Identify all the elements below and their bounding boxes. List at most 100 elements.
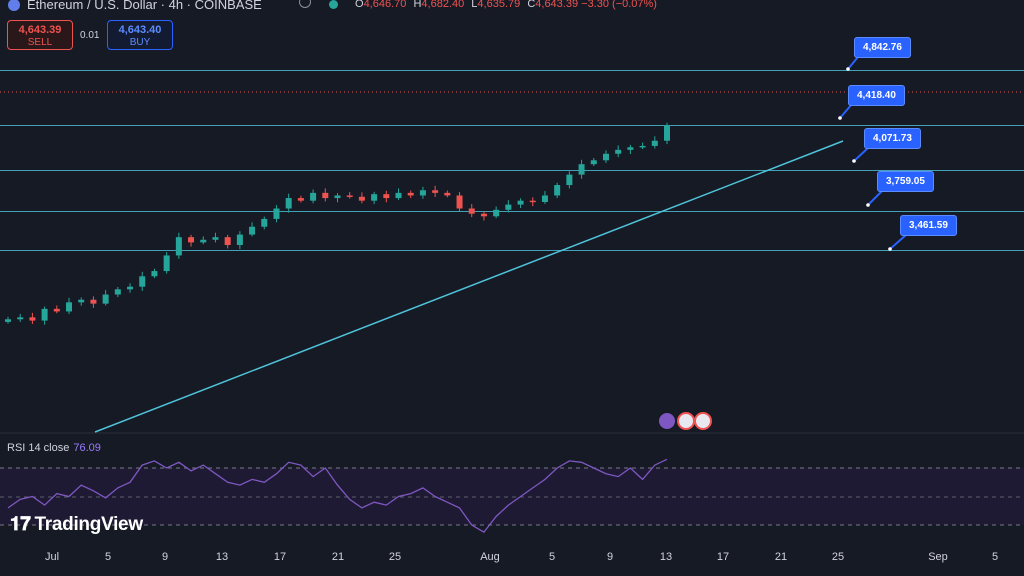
x-tick-label: 21	[774, 551, 788, 563]
tag-connector	[889, 234, 907, 250]
candle-body	[541, 195, 548, 202]
candle-body	[102, 294, 109, 304]
lightning-event-icon[interactable]	[659, 413, 675, 429]
tag-anchor	[866, 203, 870, 207]
candle-body	[639, 145, 646, 148]
rsi-value: 76.09	[73, 442, 101, 454]
logo-text: TradingView	[34, 514, 144, 535]
x-tick-label: 25	[831, 551, 845, 563]
candle-body	[383, 194, 390, 199]
price-tag-3461[interactable]: 3,461.59	[900, 215, 957, 236]
candle-body	[480, 213, 487, 217]
x-tick-label: 5	[548, 551, 556, 563]
candle-body	[346, 195, 353, 197]
candle-body	[297, 198, 304, 201]
candle-body	[114, 289, 121, 295]
candle-body	[419, 190, 426, 196]
tag-connector	[839, 103, 853, 119]
candle-body	[468, 208, 475, 214]
x-tick-label: 13	[215, 551, 229, 563]
x-tick-label: 25	[388, 551, 402, 563]
candle-body	[358, 196, 365, 201]
candle-body	[627, 147, 634, 150]
candle-body	[139, 276, 146, 287]
candle-body	[590, 160, 597, 165]
us-flag-event-icon[interactable]	[677, 412, 695, 430]
trendline	[94, 140, 844, 433]
x-tick-label: Sep	[928, 551, 948, 563]
candle-body	[456, 195, 463, 209]
price-tag-4842[interactable]: 4,842.76	[854, 37, 911, 58]
x-tick-label: 17	[273, 551, 287, 563]
candle-body	[664, 125, 670, 141]
candle-body	[41, 308, 48, 321]
candle-body	[444, 192, 451, 196]
candle-body	[322, 192, 329, 199]
candle-body	[5, 319, 11, 322]
candle-body	[249, 226, 256, 235]
candle-body	[151, 271, 158, 277]
tag-anchor	[888, 247, 892, 251]
tag-anchor	[852, 159, 856, 163]
candle-body	[261, 218, 268, 227]
candle-body	[285, 198, 292, 209]
candle-body	[17, 317, 24, 320]
candle-body	[371, 194, 378, 201]
candle-body	[273, 208, 280, 219]
candle-body	[517, 200, 524, 205]
candle-body	[493, 209, 500, 217]
x-axis: Jul 5 9 13 17 21 25 Aug 5 9 13 17 21 25 …	[0, 551, 1024, 565]
candle-body	[529, 200, 536, 203]
candle-body	[127, 286, 134, 290]
rsi-legend[interactable]: RSI 14 close 76.09	[7, 442, 101, 454]
candle-body	[175, 237, 182, 256]
rsi-label-text: RSI 14 close	[7, 442, 70, 454]
candle-body	[578, 164, 585, 175]
event-icons[interactable]	[659, 412, 712, 430]
candle-body	[212, 237, 219, 240]
candle-body	[432, 190, 439, 193]
tradingview-mark-icon: 𝟏𝟕	[10, 514, 31, 535]
us-flag-event-icon-2[interactable]	[694, 412, 712, 430]
price-tag-3759[interactable]: 3,759.05	[877, 171, 934, 192]
x-tick-label: 17	[716, 551, 730, 563]
candle-body	[188, 237, 195, 243]
x-tick-label: 13	[659, 551, 673, 563]
tag-anchor	[846, 67, 850, 71]
candle-body	[566, 174, 573, 186]
x-tick-label: Aug	[480, 551, 500, 563]
candle-body	[29, 317, 36, 321]
candle-body	[200, 239, 207, 243]
candle-body	[163, 255, 170, 272]
candle-body	[66, 302, 73, 312]
candle-body	[554, 185, 561, 196]
candle-body	[505, 204, 512, 210]
candles	[5, 122, 670, 325]
trendline-group	[94, 140, 844, 433]
x-tick-label: 21	[331, 551, 345, 563]
candle-body	[602, 153, 609, 161]
candle-body	[395, 192, 402, 199]
price-tag-4418[interactable]: 4,418.40	[848, 85, 905, 106]
x-tick-label: 9	[161, 551, 169, 563]
candle-body	[651, 140, 658, 146]
x-tick-label: Jul	[44, 551, 60, 563]
candle-body	[615, 149, 622, 154]
price-tag-4071[interactable]: 4,071.73	[864, 128, 921, 149]
candle-body	[407, 192, 414, 196]
tag-connector	[867, 190, 883, 206]
x-tick-label: 9	[606, 551, 614, 563]
tradingview-logo: 𝟏𝟕 TradingView	[10, 514, 143, 536]
candle-body	[90, 299, 97, 304]
tag-anchor	[838, 116, 842, 120]
tag-connector	[853, 147, 869, 162]
x-tick-label: 5	[104, 551, 112, 563]
x-tick-label: 5	[991, 551, 999, 563]
tag-connector	[847, 56, 859, 70]
candle-body	[334, 195, 341, 199]
candle-body	[310, 192, 317, 201]
candle-body	[53, 308, 60, 312]
candle-body	[224, 237, 231, 245]
candle-body	[236, 234, 243, 245]
candle-body	[78, 299, 85, 303]
